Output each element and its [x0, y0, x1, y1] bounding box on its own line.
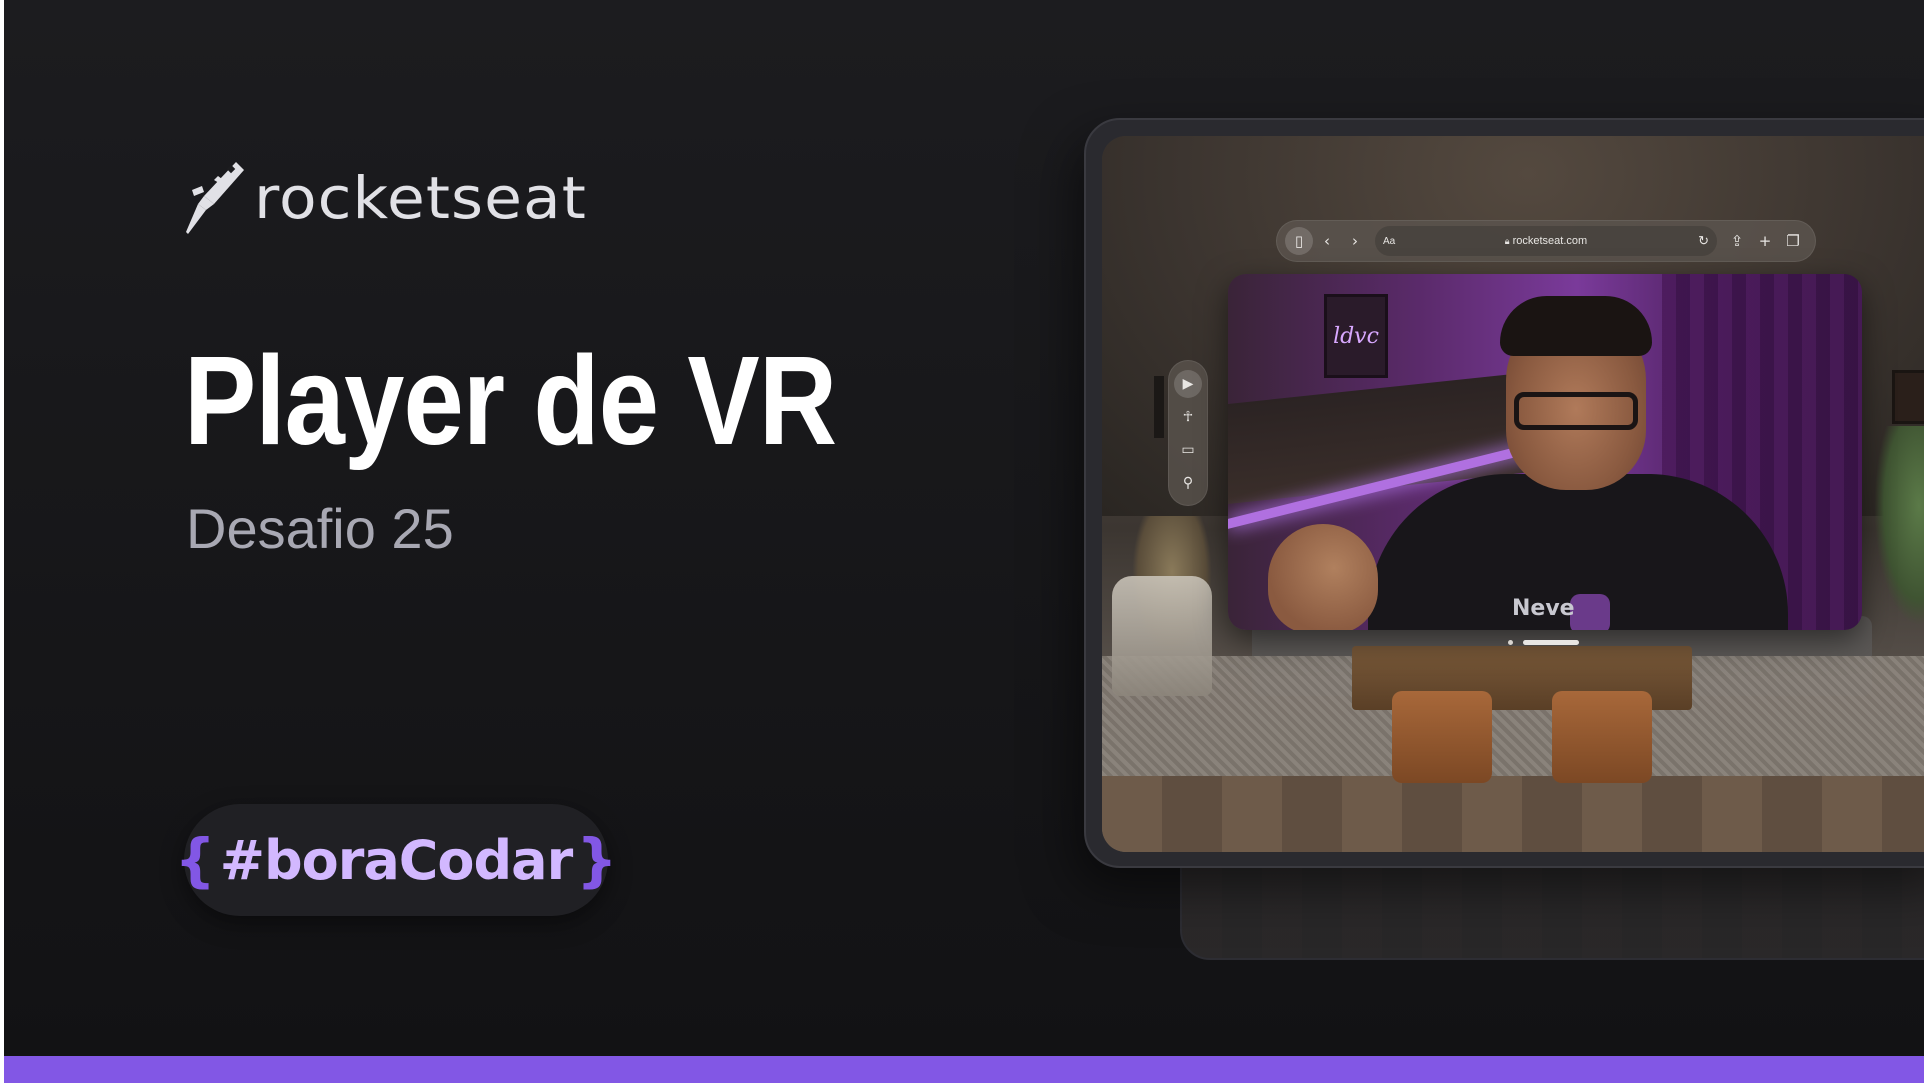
- hashtag-text: #boraCodar: [219, 828, 574, 892]
- accent-bar: [4, 1056, 1924, 1083]
- reload-icon[interactable]: ↻: [1698, 233, 1709, 249]
- wood-floor: [1102, 776, 1924, 852]
- device-reflection: [1180, 860, 1924, 960]
- tabs-icon[interactable]: ❐: [1779, 227, 1807, 255]
- window-icon[interactable]: ▭: [1174, 436, 1202, 464]
- chevron-left-icon[interactable]: ‹: [1313, 227, 1341, 255]
- pager-dot[interactable]: [1508, 640, 1513, 645]
- page-title: Player de VR: [184, 330, 837, 471]
- play-icon[interactable]: ▶: [1174, 369, 1202, 398]
- presenter-glasses: [1514, 392, 1638, 430]
- wall-frame-left: [1154, 376, 1164, 438]
- ottoman-left: [1392, 691, 1492, 783]
- window-pager[interactable]: [1508, 640, 1579, 645]
- browser-toolbar: ▯ ‹ › Aa 🔒︎ rocketseat.com ↻ ⇪ + ❐: [1276, 220, 1816, 262]
- ottoman-right: [1552, 691, 1652, 783]
- share-icon[interactable]: ⇪: [1723, 227, 1751, 255]
- plus-icon[interactable]: +: [1751, 227, 1779, 255]
- presenter-hand: [1268, 524, 1378, 630]
- vr-device-frame: ▯ ‹ › Aa 🔒︎ rocketseat.com ↻ ⇪ + ❐ ▶ ☥ ▭ …: [1084, 118, 1924, 868]
- plant-right: [1874, 426, 1924, 626]
- video-wall-sign: ldvc: [1324, 294, 1388, 378]
- close-brace: }: [576, 826, 618, 894]
- slide: rocketseat Player de VR Desafio 25 { #bo…: [4, 0, 1924, 1083]
- lock-icon: 🔒︎: [1504, 236, 1510, 246]
- url-text: 🔒︎ rocketseat.com: [1375, 235, 1717, 247]
- rocketseat-logo: rocketseat: [184, 160, 586, 236]
- url-value: rocketseat.com: [1512, 235, 1588, 247]
- logo-wordmark: rocketseat: [254, 164, 587, 232]
- accessibility-icon[interactable]: ☥: [1174, 403, 1202, 431]
- presenter-hair: [1500, 296, 1652, 356]
- page-subtitle: Desafio 25: [186, 497, 454, 560]
- rocket-icon: [186, 162, 244, 234]
- vr-environment: ▯ ‹ › Aa 🔒︎ rocketseat.com ↻ ⇪ + ❐ ▶ ☥ ▭ …: [1102, 136, 1924, 852]
- sidebar-icon[interactable]: ▯: [1285, 227, 1313, 255]
- address-bar[interactable]: Aa 🔒︎ rocketseat.com ↻: [1375, 226, 1717, 256]
- chevron-right-icon[interactable]: ›: [1341, 227, 1369, 255]
- window-grabber[interactable]: [1523, 640, 1579, 645]
- chair: [1112, 576, 1212, 696]
- reflection-floor: [1182, 862, 1924, 958]
- microphone: [1570, 594, 1610, 630]
- search-icon[interactable]: ⚲: [1174, 469, 1202, 497]
- open-brace: {: [174, 826, 216, 894]
- wall-frame-right: [1892, 370, 1924, 424]
- shirt-text: Neve: [1512, 596, 1575, 621]
- hashtag-badge: { #boraCodar }: [174, 804, 618, 916]
- side-toolbar: ▶ ☥ ▭ ⚲: [1168, 360, 1208, 506]
- video-player[interactable]: ldvc Neve: [1228, 274, 1862, 630]
